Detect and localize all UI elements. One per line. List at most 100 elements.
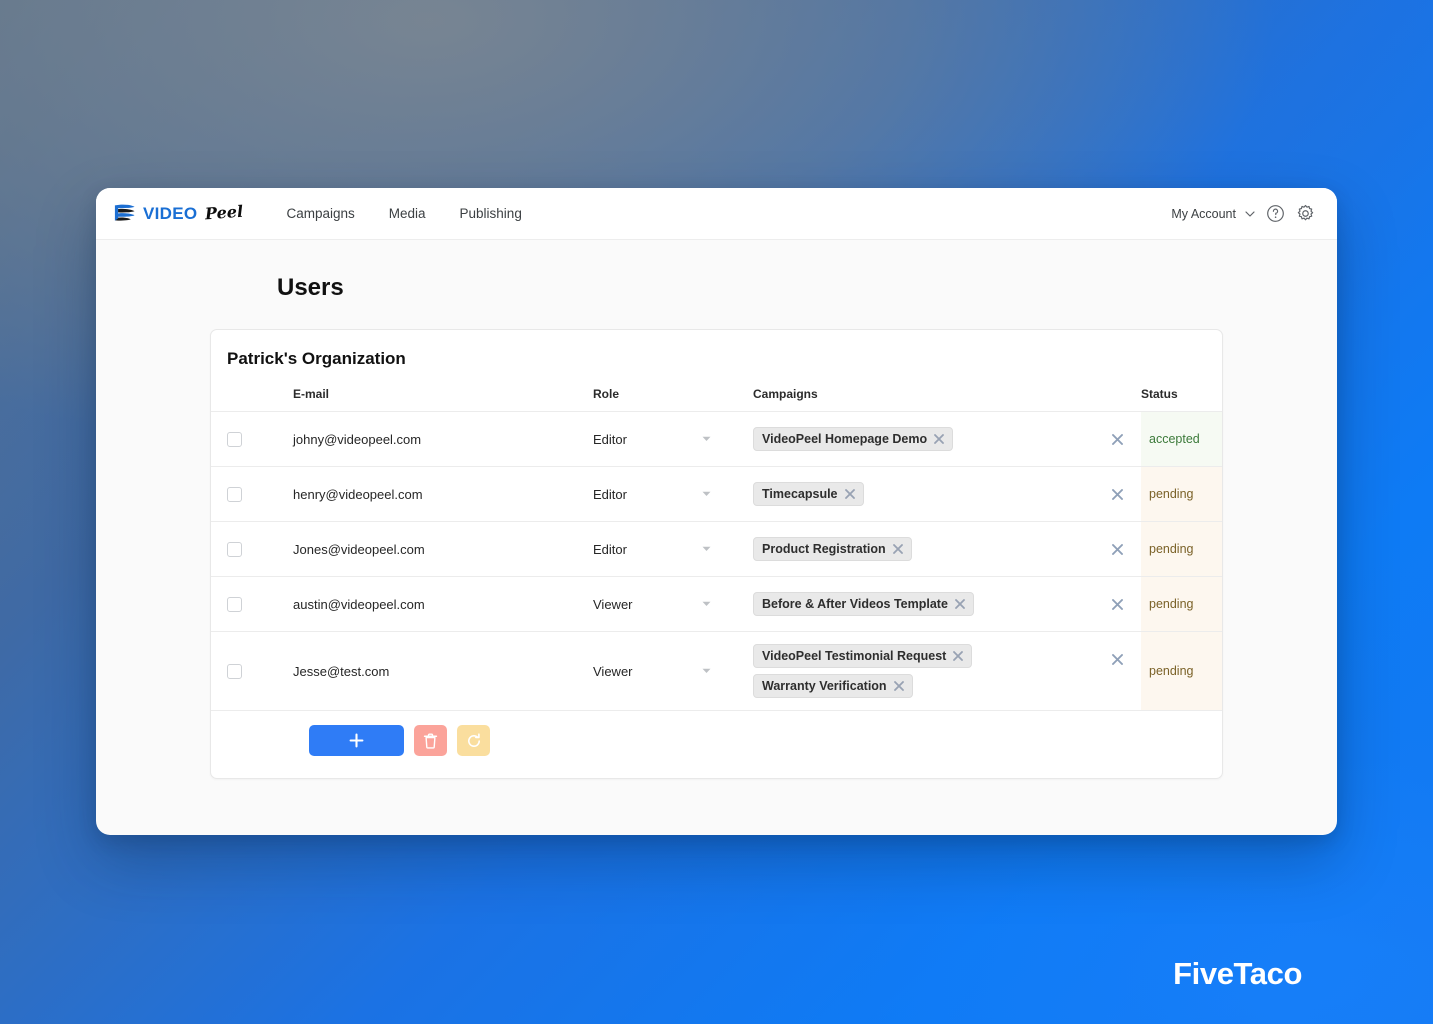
refresh-icon — [467, 732, 480, 747]
top-navbar: VIDEO Peel Campaigns Media Publishing My … — [96, 188, 1337, 240]
campaign-tag[interactable]: VideoPeel Testimonial Request — [753, 644, 973, 668]
table-row: Jones@videopeel.com Editor Product Regis… — [211, 521, 1222, 577]
page-title: Users — [277, 274, 344, 301]
refresh-button[interactable] — [457, 725, 490, 756]
nav-link-campaigns[interactable]: Campaigns — [269, 200, 371, 227]
header-checkbox — [211, 369, 293, 412]
user-email: Jones@videopeel.com — [293, 541, 425, 557]
row-role-cell: Viewer — [593, 631, 753, 710]
row-checkbox-cell — [211, 411, 293, 467]
status-badge: pending — [1141, 632, 1222, 710]
close-icon[interactable] — [955, 599, 965, 609]
row-remove-cell — [1093, 576, 1141, 632]
user-email: henry@videopeel.com — [293, 486, 423, 502]
campaign-tag-label: Warranty Verification — [762, 679, 887, 693]
row-remove-cell — [1093, 521, 1141, 577]
fivetaco-watermark: FiveTaco — [1173, 956, 1302, 991]
row-role-cell: Editor — [593, 521, 753, 577]
role-dropdown[interactable]: Viewer — [593, 597, 711, 612]
table-row: henry@videopeel.com Editor Timecapsule p… — [211, 466, 1222, 522]
row-status-cell: pending — [1141, 466, 1222, 522]
gear-icon[interactable] — [1296, 204, 1315, 223]
user-email: austin@videopeel.com — [293, 596, 425, 612]
row-email-cell: Jones@videopeel.com — [293, 521, 593, 577]
header-status: Status — [1141, 387, 1178, 401]
remove-row-icon[interactable] — [1111, 433, 1123, 445]
delete-users-button[interactable] — [414, 725, 447, 756]
campaign-tag-list: VideoPeel Testimonial Request Warranty V… — [753, 644, 1093, 698]
table-actions — [211, 710, 1222, 778]
campaign-tag[interactable]: VideoPeel Homepage Demo — [753, 427, 954, 451]
remove-row-icon[interactable] — [1111, 654, 1123, 665]
row-status-cell: pending — [1141, 631, 1222, 710]
status-badge: accepted — [1141, 412, 1222, 466]
row-checkbox[interactable] — [227, 663, 242, 679]
nav-links: Campaigns Media Publishing — [269, 200, 538, 227]
campaign-tag[interactable]: Before & After Videos Template — [753, 592, 974, 616]
table-header: E-mail Role Campaigns Status — [211, 369, 1222, 412]
remove-row-icon[interactable] — [1111, 488, 1123, 500]
row-email-cell: austin@videopeel.com — [293, 576, 593, 632]
close-icon[interactable] — [934, 434, 945, 444]
row-role-cell: Viewer — [593, 576, 753, 632]
row-campaigns-cell: VideoPeel Homepage Demo — [753, 411, 1093, 467]
row-campaigns-cell: Before & After Videos Template — [753, 576, 1093, 632]
row-checkbox-cell — [211, 466, 293, 522]
nav-link-publishing[interactable]: Publishing — [443, 200, 539, 227]
caret-down-icon — [702, 546, 711, 551]
role-value: Viewer — [593, 663, 633, 679]
chevron-down-icon — [1245, 210, 1255, 217]
add-user-button[interactable] — [309, 725, 404, 756]
campaign-tag[interactable]: Product Registration — [753, 537, 912, 561]
role-dropdown[interactable]: Editor — [593, 432, 711, 447]
campaign-tag-label: VideoPeel Homepage Demo — [762, 432, 928, 446]
navbar-right: My Account — [1171, 204, 1315, 223]
row-campaigns-cell: Product Registration — [753, 521, 1093, 577]
remove-row-icon[interactable] — [1111, 543, 1123, 555]
campaign-tag[interactable]: Warranty Verification — [753, 674, 913, 698]
caret-down-icon — [702, 668, 711, 673]
row-checkbox[interactable] — [227, 596, 242, 612]
row-email-cell: Jesse@test.com — [293, 631, 593, 710]
nav-link-media[interactable]: Media — [372, 200, 443, 227]
close-icon[interactable] — [844, 489, 855, 499]
close-icon[interactable] — [893, 681, 904, 691]
peel-wave-icon — [114, 204, 135, 221]
campaign-tag[interactable]: Timecapsule — [753, 482, 864, 506]
row-status-cell: accepted — [1141, 411, 1222, 467]
row-role-cell: Editor — [593, 411, 753, 467]
row-status-cell: pending — [1141, 521, 1222, 577]
role-value: Viewer — [593, 596, 633, 612]
row-checkbox[interactable] — [227, 431, 242, 447]
row-remove-cell — [1093, 466, 1141, 522]
row-email-cell: johny@videopeel.com — [293, 411, 593, 467]
brand-script: Peel — [204, 201, 245, 224]
row-checkbox-cell — [211, 521, 293, 577]
my-account-menu[interactable]: My Account — [1171, 207, 1255, 221]
campaign-tag-label: Before & After Videos Template — [762, 597, 948, 611]
campaign-tag-label: Product Registration — [762, 542, 886, 556]
caret-down-icon — [702, 491, 711, 496]
users-card: Patrick's Organization E-mail Role Campa… — [210, 329, 1223, 779]
question-circle-icon[interactable] — [1266, 204, 1285, 223]
role-dropdown[interactable]: Editor — [593, 487, 711, 502]
remove-row-icon[interactable] — [1111, 598, 1123, 610]
videopeel-logo[interactable]: VIDEO Peel — [113, 201, 245, 225]
row-campaigns-cell: VideoPeel Testimonial Request Warranty V… — [753, 631, 1093, 710]
role-dropdown[interactable]: Viewer — [593, 664, 711, 679]
row-status-cell: pending — [1141, 576, 1222, 632]
role-value: Editor — [593, 541, 627, 557]
role-dropdown[interactable]: Editor — [593, 542, 711, 557]
close-icon[interactable] — [892, 544, 903, 554]
row-remove-cell — [1093, 631, 1141, 710]
table-row: austin@videopeel.com Viewer Before & Aft… — [211, 576, 1222, 632]
row-checkbox[interactable] — [227, 541, 242, 557]
row-checkbox[interactable] — [227, 486, 242, 502]
header-email: E-mail — [293, 387, 330, 401]
users-table: E-mail Role Campaigns Status johny@video… — [211, 369, 1222, 710]
close-icon[interactable] — [953, 651, 964, 661]
campaign-tag-label: Timecapsule — [762, 487, 838, 501]
row-checkbox-cell — [211, 631, 293, 710]
plus-icon — [349, 733, 364, 748]
row-email-cell: henry@videopeel.com — [293, 466, 593, 522]
